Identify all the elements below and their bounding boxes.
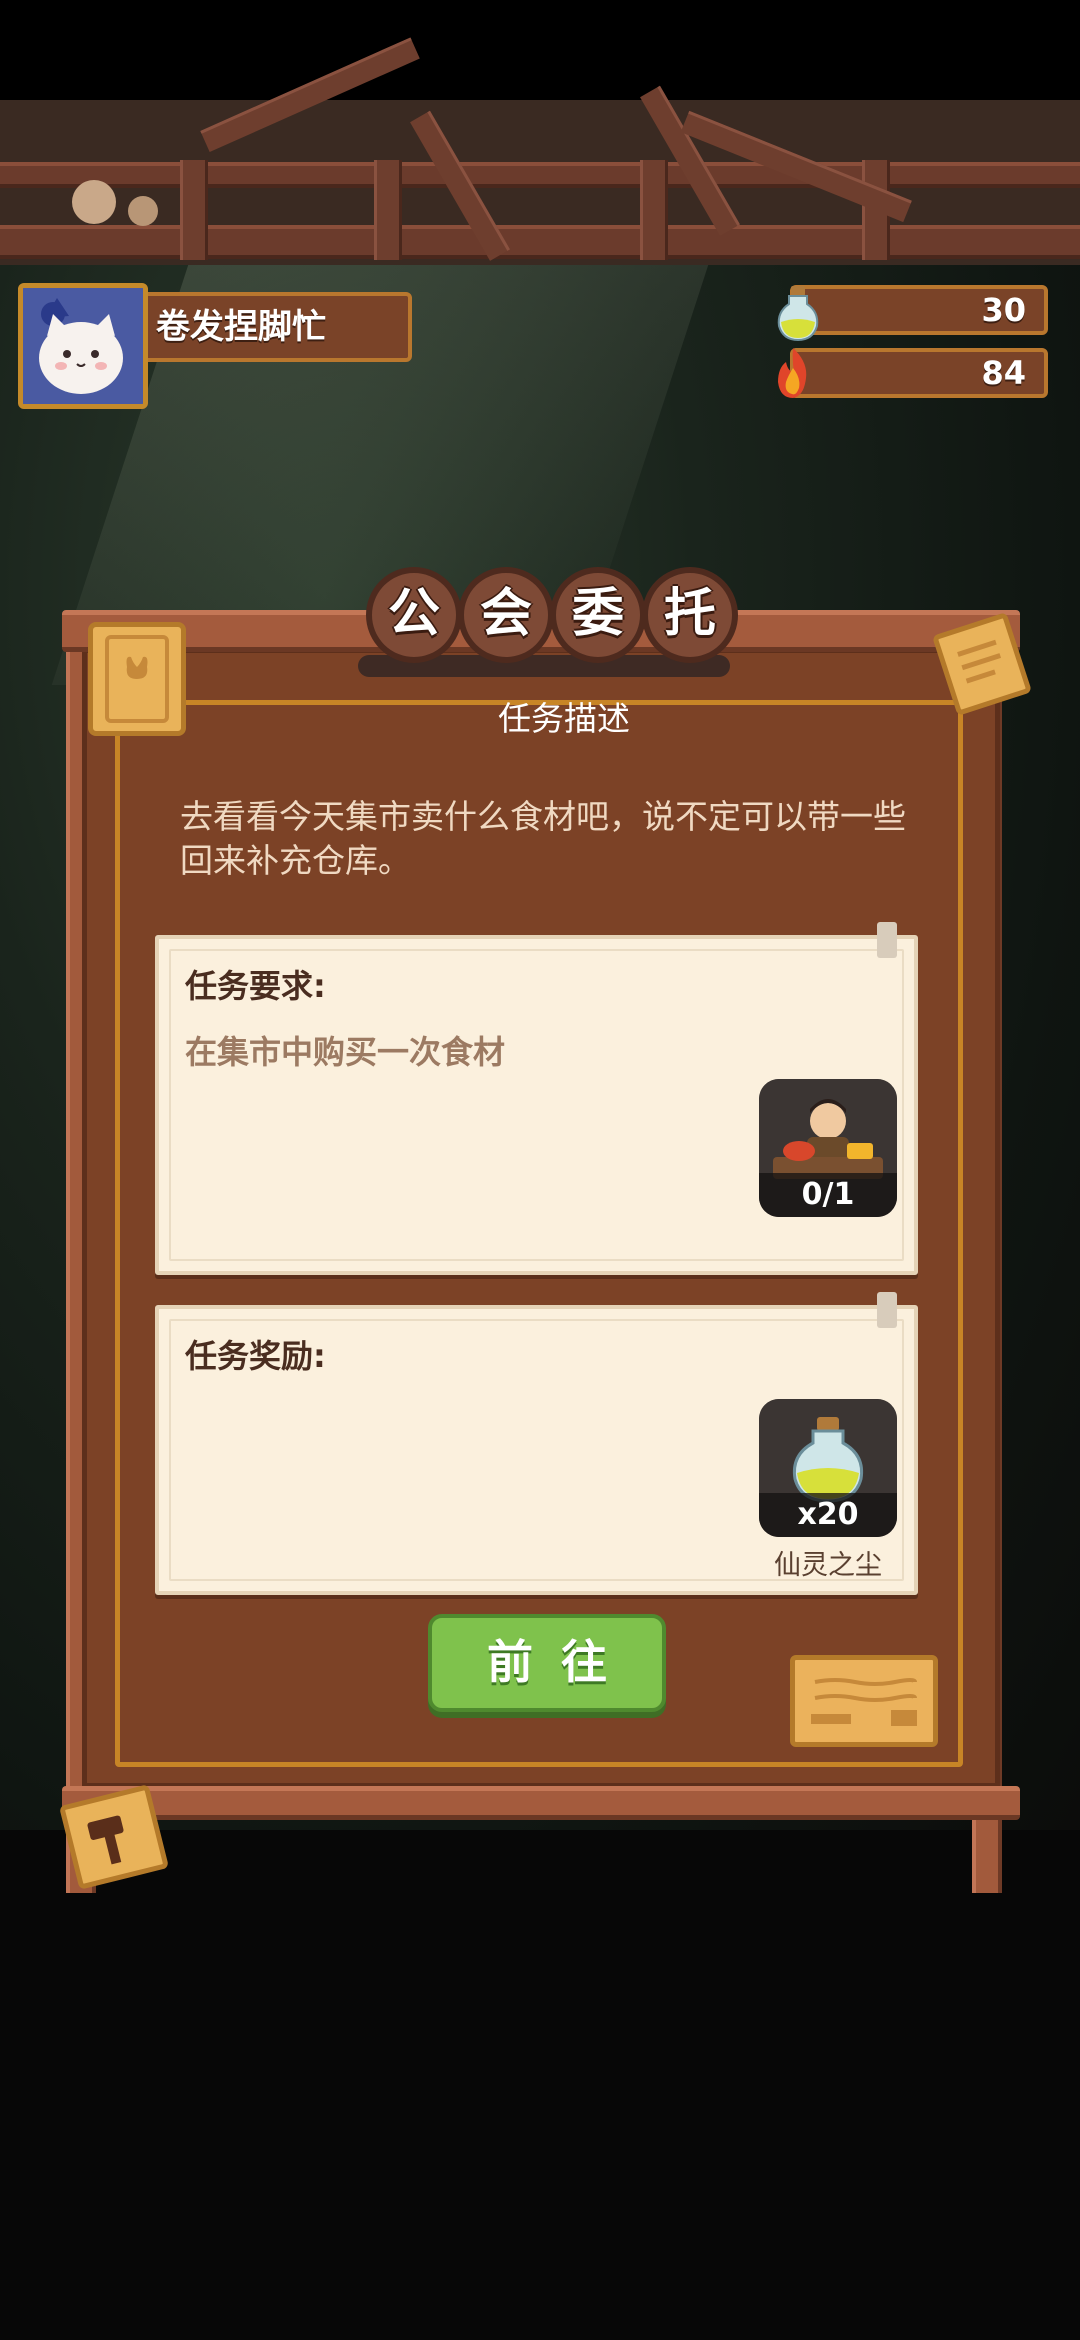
fire-counter: 84 [790,348,1048,398]
reward-title: 任务奖励: [185,1337,326,1375]
hammer-icon [87,1815,124,1865]
market-task-icon[interactable]: 0/1 [759,1079,897,1217]
fire-orb-icon [778,348,807,398]
player-name: 卷发捏脚忙 [156,307,326,347]
fire-count: 84 [981,354,1026,392]
requirement-title: 任务要求: [185,967,326,1005]
chick-sprite [128,196,158,226]
section-label: 任务描述 [498,699,630,738]
reward-item[interactable]: x20 [759,1399,897,1537]
dim-overlay [0,1830,1080,2340]
potion-bottle-icon [777,286,819,342]
note-pin [877,922,897,958]
board-bottom-rail [62,1786,1020,1820]
rafter-lower [0,225,1080,259]
note-pin [877,1292,897,1328]
title-char: 公 [366,567,462,663]
rafter-post [640,160,668,260]
requirement-text: 在集市中购买一次食材 [185,1033,506,1071]
title-char: 委 [550,567,646,663]
requirement-card: 任务要求: 在集市中购买一次食材 0/1 [155,935,918,1275]
reward-count: x20 [759,1493,897,1537]
pinned-letter [790,1655,938,1747]
pinned-notice [88,622,186,736]
status-bar-area [0,0,1080,100]
rafter-upper [0,162,1080,188]
letter-lines-icon [811,1678,917,1726]
chick-sprite [72,180,116,224]
player-name-plate: 卷发捏脚忙 [140,292,412,362]
potion-counter: 30 [790,285,1048,335]
title-char: 托 [642,567,738,663]
reward-name: 仙灵之尘 [774,1550,882,1581]
player-avatar[interactable] [18,283,148,409]
potion-count: 30 [981,291,1026,329]
title-char: 会 [458,567,554,663]
note-lines-icon [957,639,1002,684]
progress-count: 0/1 [759,1173,897,1217]
rafter-post [374,160,402,260]
go-button[interactable]: 前往 [428,1614,666,1712]
cat-avatar-icon [23,288,143,404]
rafter-post [180,160,208,260]
reward-card: 任务奖励: x20 仙灵之尘 [155,1305,918,1595]
wooden-rafters [0,37,1080,265]
quest-description: 去看看今天集市卖什么食材吧，说不定可以带一些回来补充仓库。 [180,797,906,880]
bunny-stamp-icon [105,635,169,723]
